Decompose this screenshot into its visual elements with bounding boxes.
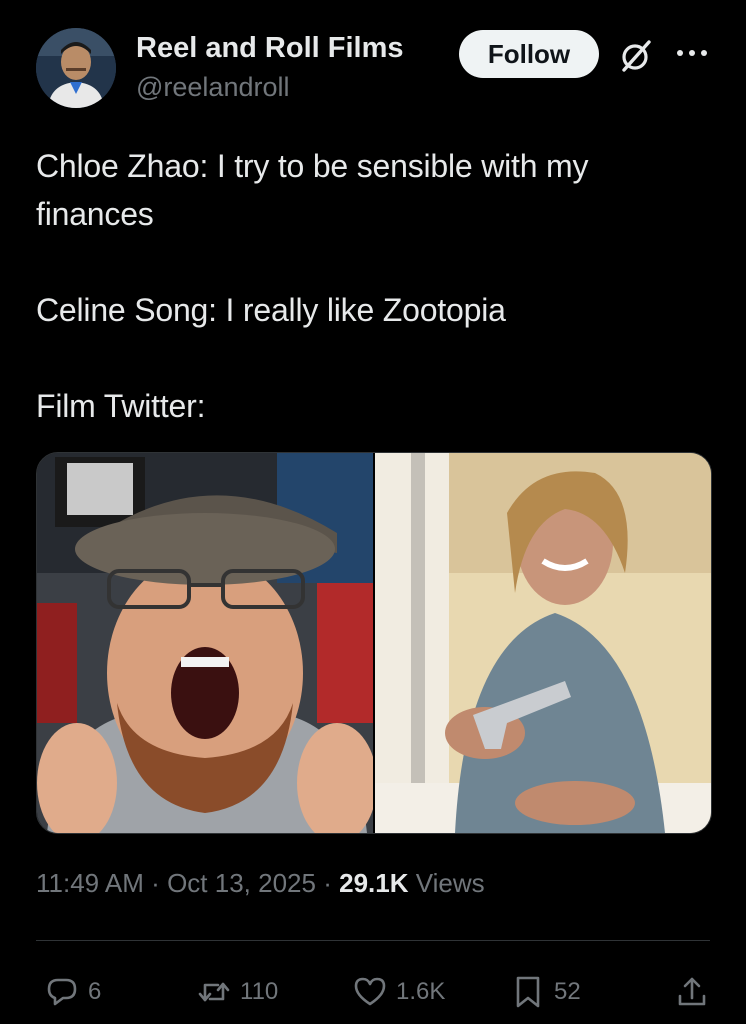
bookmark-count: 52 — [554, 978, 581, 1005]
share-icon — [678, 977, 706, 1006]
media-photo-left[interactable] — [37, 453, 373, 833]
avatar-image — [36, 28, 116, 108]
tweet-text: Chloe Zhao: I try to be sensible with my… — [36, 142, 706, 430]
more-icon[interactable] — [672, 38, 712, 68]
action-bar: 6 110 1.6K 52 — [36, 970, 710, 1014]
like-count: 1.6K — [396, 978, 446, 1005]
tweet-date[interactable]: Oct 13, 2025 — [167, 868, 316, 898]
bookmark-button[interactable]: 52 — [510, 970, 581, 1014]
follow-button[interactable]: Follow — [459, 30, 599, 78]
repost-count: 110 — [240, 978, 279, 1005]
reply-icon — [47, 978, 77, 1006]
views-label: Views — [415, 868, 485, 898]
author-handle[interactable]: @reelandroll — [136, 72, 289, 103]
grok-icon[interactable] — [616, 36, 656, 76]
author-name[interactable]: Reel and Roll Films — [136, 32, 404, 65]
repost-icon — [198, 982, 230, 1002]
tweet-header: Reel and Roll Films @reelandroll Follow — [36, 28, 716, 108]
bookmark-icon — [516, 976, 540, 1008]
repost-button[interactable]: 110 — [196, 970, 278, 1014]
reply-button[interactable]: 6 — [44, 970, 101, 1014]
like-button[interactable]: 1.6K — [352, 970, 445, 1014]
tweet-meta: 11:49 AM · Oct 13, 2025 · 29.1K Views — [36, 868, 485, 899]
tweet-line: Film Twitter: — [36, 388, 206, 424]
like-icon — [354, 977, 386, 1006]
avatar[interactable] — [36, 28, 116, 108]
share-button[interactable] — [674, 970, 710, 1014]
divider — [36, 940, 710, 941]
views-count: 29.1K — [339, 868, 409, 898]
reply-count: 6 — [88, 978, 102, 1005]
tweet-line: Celine Song: I really like Zootopia — [36, 292, 506, 328]
shouting-man-image — [37, 453, 373, 833]
smiling-woman-image — [375, 453, 711, 833]
tweet-time[interactable]: 11:49 AM — [36, 868, 144, 898]
meta-separator: · — [151, 868, 160, 898]
media-photo-right[interactable] — [375, 453, 711, 833]
tweet-media[interactable] — [36, 452, 712, 834]
tweet-line: Chloe Zhao: I try to be sensible with my… — [36, 148, 589, 232]
meta-separator: · — [323, 868, 332, 898]
